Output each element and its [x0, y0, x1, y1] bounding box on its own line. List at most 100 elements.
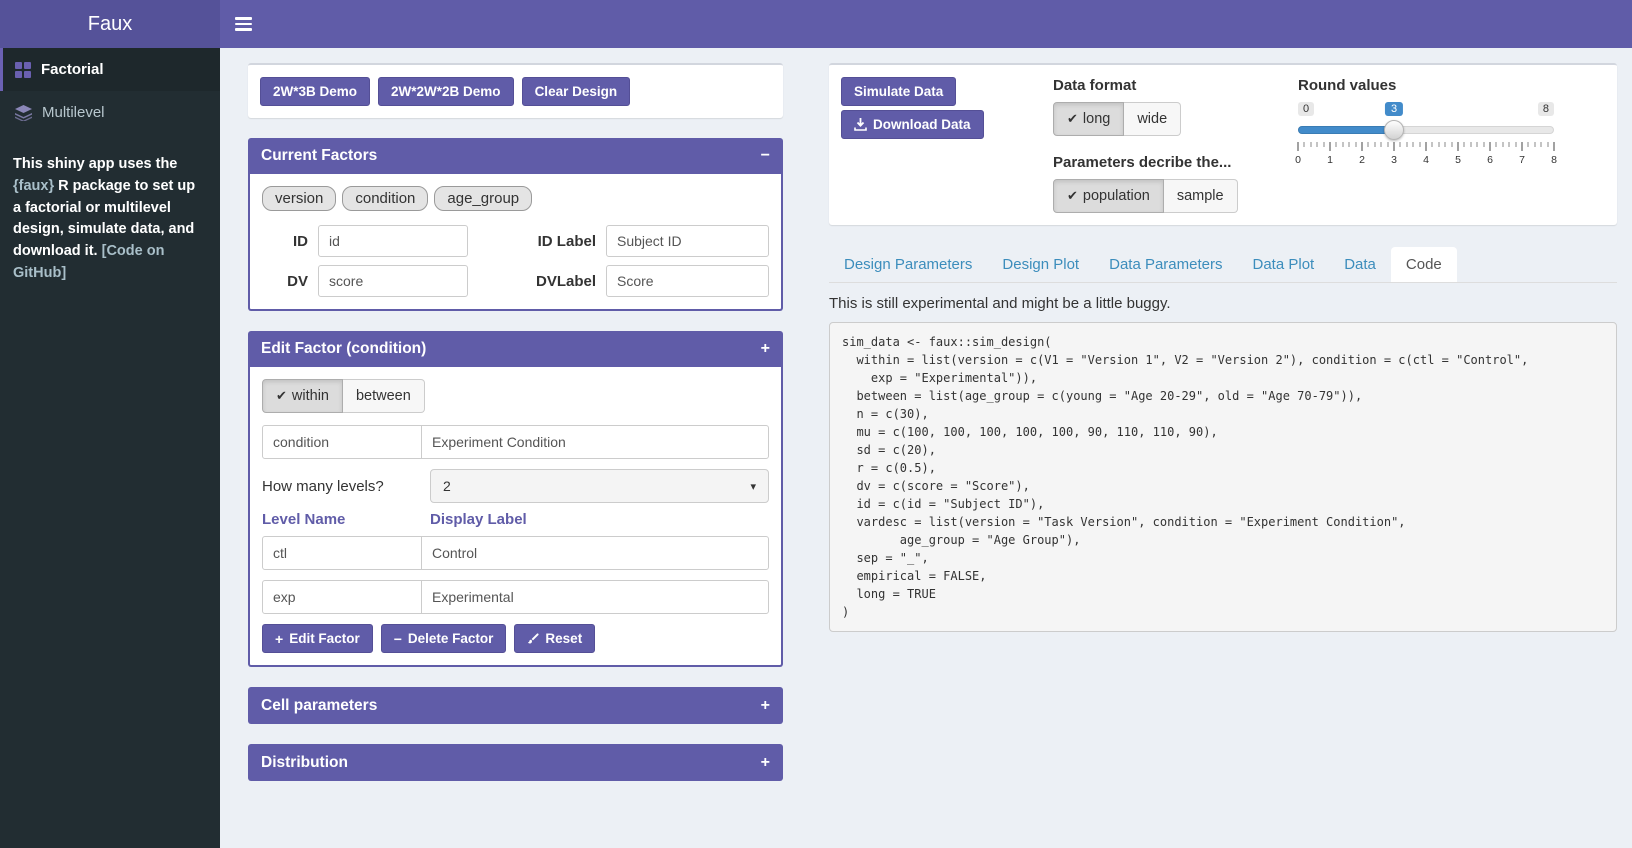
tab-design-parameters[interactable]: Design Parameters [829, 247, 987, 282]
demo-2w2w2b-button[interactable]: 2W*2W*2B Demo [378, 77, 514, 106]
cell-parameters-header[interactable]: Cell parameters + [248, 687, 783, 724]
distribution-header[interactable]: Distribution + [248, 744, 783, 781]
simulate-data-button[interactable]: Simulate Data [841, 77, 956, 106]
edit-factor-button[interactable]: + Edit Factor [262, 624, 373, 653]
distribution-panel: Distribution + [248, 744, 783, 781]
factor-pill-condition[interactable]: condition [342, 186, 428, 211]
factor-type-toggle: ✔ within between [262, 379, 425, 413]
grid-icon [15, 62, 31, 78]
levels-count-row: How many levels? 2 ▾ [262, 469, 769, 503]
dv-label-input[interactable] [606, 265, 769, 297]
app-window: Faux Factorial Multilevel This s [0, 0, 1632, 848]
dv-label-label: DVLabel [478, 273, 596, 290]
check-icon: ✔ [1067, 188, 1078, 204]
slider-ticks: 012345678 [1298, 142, 1554, 172]
current-factors-body: version condition age_group ID ID Label … [248, 174, 783, 311]
round-values-slider: 0 8 3 012345678 [1298, 102, 1554, 182]
clear-design-button[interactable]: Clear Design [522, 77, 631, 106]
collapse-plus-icon[interactable]: + [761, 697, 770, 715]
brush-icon [527, 633, 539, 645]
id-label-input[interactable] [606, 225, 769, 257]
factor-pill-version[interactable]: version [262, 186, 336, 211]
tab-data[interactable]: Data [1329, 247, 1391, 282]
hamburger-icon [235, 17, 252, 20]
sidebar-description: This shiny app uses the {faux} R package… [0, 134, 220, 285]
tab-design-plot[interactable]: Design Plot [987, 247, 1094, 282]
panel-title: Edit Factor (condition) [261, 340, 426, 358]
sidebar-toggle-button[interactable] [220, 0, 266, 48]
data-format-label: Data format [1053, 77, 1298, 94]
tab-data-parameters[interactable]: Data Parameters [1094, 247, 1237, 282]
collapse-minus-icon[interactable]: − [761, 147, 770, 165]
slider-track[interactable] [1298, 126, 1554, 134]
params-describe-label: Parameters decribe the... [1053, 154, 1298, 171]
level-row [262, 536, 769, 570]
demo-2w3b-button[interactable]: 2W*3B Demo [260, 77, 370, 106]
edit-factor-actions: + Edit Factor − Delete Factor Reset [262, 624, 769, 653]
sidebar-item-label: Multilevel [42, 104, 105, 121]
factor-name-input[interactable] [262, 425, 422, 459]
faux-package-link[interactable]: {faux} [13, 178, 54, 194]
delete-factor-button[interactable]: − Delete Factor [381, 624, 507, 653]
simulate-actions: Simulate Data Download Data [841, 77, 1053, 213]
tab-code[interactable]: Code [1391, 247, 1457, 282]
plus-icon: + [275, 632, 283, 646]
sidebar: Factorial Multilevel This shiny app uses… [0, 48, 220, 848]
demo-buttons-card: 2W*3B Demo 2W*2W*2B Demo Clear Design [248, 63, 783, 118]
level-label-input[interactable] [421, 536, 769, 570]
tab-data-plot[interactable]: Data Plot [1238, 247, 1330, 282]
wide-option[interactable]: wide [1124, 102, 1181, 136]
slider-bar [1298, 126, 1393, 134]
simulation-column: Simulate Data Download Data Data format … [829, 63, 1617, 848]
data-format-toggle: ✔ long wide [1053, 102, 1181, 136]
level-name-input[interactable] [262, 580, 422, 614]
id-input[interactable] [318, 225, 468, 257]
levels-count-select[interactable]: 2 ▾ [430, 469, 769, 503]
sample-option[interactable]: sample [1164, 179, 1238, 213]
output-tabs: Design Parameters Design Plot Data Param… [829, 247, 1617, 283]
simulate-card: Simulate Data Download Data Data format … [829, 63, 1617, 225]
code-output: sim_data <- faux::sim_design( within = l… [829, 322, 1617, 632]
long-option[interactable]: ✔ long [1053, 102, 1124, 136]
population-option[interactable]: ✔ population [1053, 179, 1164, 213]
factor-pill-age-group[interactable]: age_group [434, 186, 532, 211]
slider-min-badge: 0 [1298, 102, 1314, 116]
edit-factor-panel: Edit Factor (condition) + ✔ within betwe… [248, 331, 783, 667]
level-table-headers: Level Name Display Label [262, 511, 769, 528]
between-option[interactable]: between [343, 379, 425, 413]
check-icon: ✔ [276, 388, 287, 404]
factor-pill-row: version condition age_group [262, 186, 769, 211]
params-describe-toggle: ✔ population sample [1053, 179, 1238, 213]
app-logo: Faux [0, 0, 220, 48]
format-controls: Data format ✔ long wide Parameters decri… [1053, 77, 1298, 213]
sidebar-item-multilevel[interactable]: Multilevel [0, 91, 220, 134]
level-name-header: Level Name [262, 511, 430, 528]
slider-value-badge: 3 [1385, 102, 1403, 116]
reset-button[interactable]: Reset [514, 624, 595, 653]
level-name-input[interactable] [262, 536, 422, 570]
check-icon: ✔ [1067, 111, 1078, 127]
experimental-note: This is still experimental and might be … [829, 295, 1617, 312]
id-dv-form: ID ID Label DV DVLabel [262, 225, 769, 297]
slider-max-badge: 8 [1538, 102, 1554, 116]
collapse-plus-icon[interactable]: + [761, 340, 770, 358]
cell-parameters-panel: Cell parameters + [248, 687, 783, 724]
edit-factor-header[interactable]: Edit Factor (condition) + [248, 331, 783, 367]
main-content: 2W*3B Demo 2W*2W*2B Demo Clear Design Cu… [220, 48, 1632, 848]
download-data-button[interactable]: Download Data [841, 110, 984, 139]
current-factors-header[interactable]: Current Factors − [248, 138, 783, 174]
round-values-label: Round values [1298, 77, 1605, 94]
dv-label: DV [262, 273, 308, 290]
factor-name-row [262, 425, 769, 459]
level-label-input[interactable] [421, 580, 769, 614]
within-option[interactable]: ✔ within [262, 379, 343, 413]
design-column: 2W*3B Demo 2W*2W*2B Demo Clear Design Cu… [248, 63, 783, 848]
factor-display-input[interactable] [421, 425, 769, 459]
panel-title: Cell parameters [261, 697, 377, 715]
slider-handle[interactable] [1384, 120, 1404, 140]
sidebar-item-factorial[interactable]: Factorial [0, 48, 220, 91]
main-header: Faux [0, 0, 1632, 48]
collapse-plus-icon[interactable]: + [761, 754, 770, 772]
dv-input[interactable] [318, 265, 468, 297]
edit-factor-body: ✔ within between How many levels? [248, 367, 783, 667]
